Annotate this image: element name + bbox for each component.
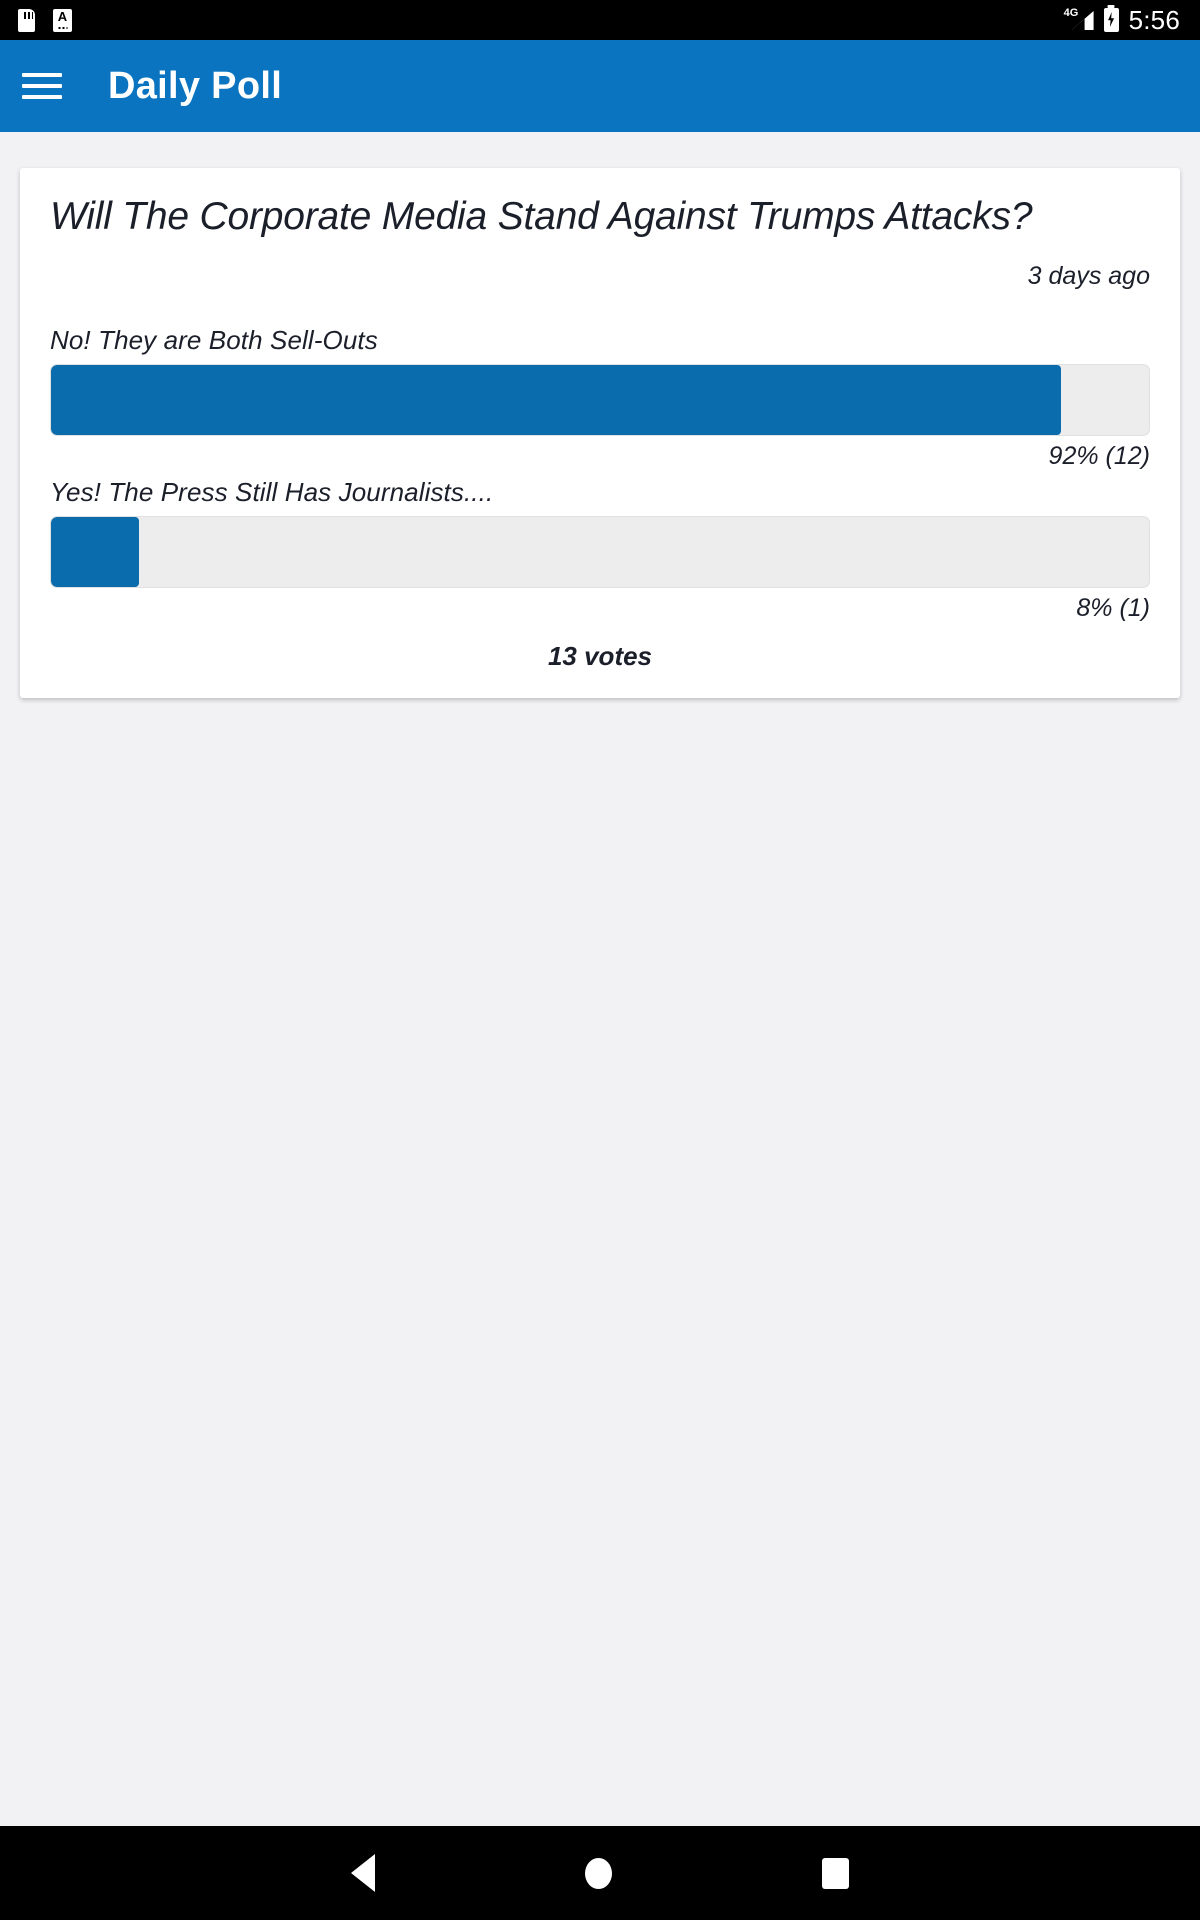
- poll-option-label: No! They are Both Sell-Outs: [50, 325, 378, 356]
- poll-options: No! They are Both Sell-Outs 92% (12) Yes…: [50, 325, 1150, 623]
- sd-card-icon: [18, 8, 35, 32]
- hamburger-menu-icon[interactable]: [20, 68, 64, 104]
- app-screen: A 4G 5:56 Daily Poll Will The Corporate …: [0, 0, 1200, 1920]
- battery-charging-icon: [1103, 8, 1119, 32]
- menu-line-2: [22, 84, 62, 88]
- home-circle-icon[interactable]: [585, 1857, 612, 1889]
- recents-square-icon[interactable]: [822, 1857, 849, 1889]
- poll-option-result: 92% (12): [1048, 442, 1150, 471]
- document-a-icon: A: [53, 8, 72, 32]
- status-bar-clock: 5:56: [1128, 4, 1180, 35]
- document-a-letter: A: [57, 8, 68, 24]
- poll-option-bar-fill: [51, 365, 1062, 436]
- poll-option[interactable]: Yes! The Press Still Has Journalists....…: [50, 477, 1150, 623]
- menu-line-3: [22, 95, 62, 99]
- menu-line-1: [22, 73, 62, 77]
- poll-option-bar-track: [50, 364, 1150, 437]
- network-type-label: 4G: [1063, 7, 1079, 19]
- poll-total-votes: 13 votes: [547, 641, 653, 672]
- poll-question: Will The Corporate Media Stand Against T…: [50, 195, 1033, 238]
- poll-timestamp: 3 days ago: [1027, 262, 1150, 291]
- system-nav-bar: [0, 1826, 1200, 1920]
- signal-4g-icon: 4G: [1063, 7, 1094, 32]
- poll-option-label: Yes! The Press Still Has Journalists....: [50, 477, 494, 508]
- back-triangle-icon[interactable]: [351, 1854, 375, 1892]
- app-title: Daily Poll: [108, 64, 283, 107]
- app-bar: Daily Poll: [0, 40, 1200, 132]
- poll-card: Will The Corporate Media Stand Against T…: [20, 168, 1180, 699]
- poll-option-bar-track: [50, 516, 1150, 589]
- poll-option-result: 8% (1): [1076, 594, 1150, 623]
- poll-option[interactable]: No! They are Both Sell-Outs 92% (12): [50, 325, 1150, 471]
- status-bar-right-icons: 4G 5:56: [1064, 5, 1200, 36]
- status-bar: A 4G 5:56: [0, 0, 1200, 40]
- poll-option-bar-fill: [51, 517, 139, 588]
- status-bar-left-icons: A: [0, 8, 72, 32]
